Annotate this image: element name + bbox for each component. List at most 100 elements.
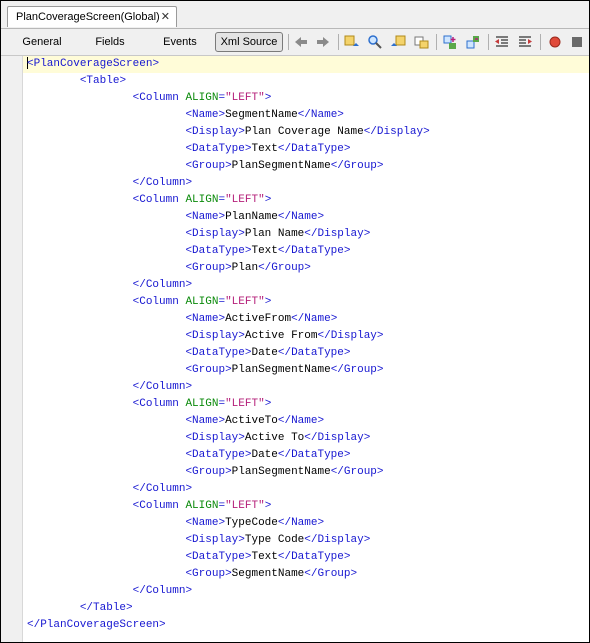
- editor-gutter: [1, 56, 23, 642]
- xml-bracket: >: [343, 449, 351, 461]
- find-next-icon[interactable]: [390, 34, 406, 50]
- shift-right-icon[interactable]: [517, 34, 533, 50]
- xml-tag-name: Group: [192, 160, 226, 172]
- code-line[interactable]: </Column>: [23, 175, 589, 192]
- xml-bracket: >: [238, 432, 245, 444]
- xml-tag-name: Name: [291, 415, 318, 427]
- code-line[interactable]: </Column>: [23, 481, 589, 498]
- next-bookmark-icon[interactable]: [465, 34, 481, 50]
- tab-general[interactable]: General: [11, 32, 73, 52]
- forward-arrow-icon[interactable]: [315, 34, 331, 50]
- xml-text-value: PlanName: [225, 211, 278, 223]
- xml-tag-name: Table: [86, 75, 120, 87]
- xml-bracket: >: [159, 619, 166, 631]
- xml-bracket: </: [277, 245, 292, 257]
- xml-bracket: >: [317, 517, 325, 529]
- code-line[interactable]: <Column ALIGN="LEFT">: [23, 90, 589, 107]
- xml-tag-name: Column: [139, 398, 179, 410]
- code-line[interactable]: <Name>PlanName</Name>: [23, 209, 589, 226]
- code-line[interactable]: </PlanCoverageScreen>: [23, 617, 589, 634]
- xml-attribute-value: "LEFT": [225, 398, 265, 410]
- code-line[interactable]: <Group>PlanSegmentName</Group>: [23, 464, 589, 481]
- xml-bracket: </: [304, 432, 318, 444]
- xml-bracket: >: [225, 364, 232, 376]
- code-line[interactable]: <Display>Active To</Display>: [23, 430, 589, 447]
- xml-bracket: </: [277, 551, 292, 563]
- xml-tag-name: Display: [317, 432, 364, 444]
- tab-xml-source[interactable]: Xml Source: [215, 32, 283, 52]
- code-line[interactable]: <Column ALIGN="LEFT">: [23, 396, 589, 413]
- tab-events[interactable]: Events: [149, 32, 211, 52]
- code-line[interactable]: <Name>ActiveTo</Name>: [23, 413, 589, 430]
- start-macro-icon[interactable]: [547, 34, 563, 50]
- shift-left-icon[interactable]: [494, 34, 510, 50]
- code-line[interactable]: <Column ALIGN="LEFT">: [23, 498, 589, 515]
- code-line[interactable]: <Name>SegmentName</Name>: [23, 107, 589, 124]
- xml-tag-name: Display: [330, 330, 377, 342]
- find-selection-icon[interactable]: [413, 34, 429, 50]
- xml-tag-name: Display: [192, 126, 239, 138]
- document-tab[interactable]: PlanCoverageScreen(Global) ✕: [7, 6, 177, 27]
- xml-text-value: Plan: [231, 262, 259, 274]
- back-arrow-icon[interactable]: [293, 34, 309, 50]
- code-line[interactable]: <Name>ActiveFrom</Name>: [23, 311, 589, 328]
- toggle-bookmark-icon[interactable]: [442, 34, 458, 50]
- xml-tag-name: Group: [271, 262, 305, 274]
- tab-xml-source-label: Xml Source: [220, 36, 278, 48]
- xml-code-area[interactable]: <PlanCoverageScreen> <Table> <Column ALI…: [23, 56, 589, 634]
- tab-fields-label: Fields: [95, 36, 125, 48]
- code-line[interactable]: </Column>: [23, 583, 589, 600]
- code-line[interactable]: <DataType>Text</DataType>: [23, 549, 589, 566]
- close-icon[interactable]: ✕: [161, 10, 170, 23]
- xml-bracket: >: [317, 415, 325, 427]
- xml-tag-name: Column: [145, 585, 186, 597]
- xml-tag-name: Group: [343, 160, 377, 172]
- xml-tag-name: Name: [192, 415, 219, 427]
- xml-text-value: Plan Coverage Name: [244, 126, 364, 138]
- stop-macro-icon[interactable]: [569, 34, 585, 50]
- xml-tag-name: Column: [139, 194, 179, 206]
- code-line[interactable]: <Column ALIGN="LEFT">: [23, 192, 589, 209]
- document-tab-title: PlanCoverageScreen(Global): [16, 11, 160, 23]
- xml-tag-name: Column: [145, 177, 186, 189]
- xml-bracket: </: [132, 483, 146, 495]
- code-line[interactable]: <Display>Plan Coverage Name</Display>: [23, 124, 589, 141]
- code-line[interactable]: <DataType>Date</DataType>: [23, 345, 589, 362]
- code-line[interactable]: <Group>PlanSegmentName</Group>: [23, 158, 589, 175]
- document-tab-strip: PlanCoverageScreen(Global) ✕: [1, 1, 589, 29]
- xml-attribute-name: ALIGN: [185, 500, 219, 512]
- toolbar-separator: [540, 34, 541, 50]
- code-line[interactable]: </Table>: [23, 600, 589, 617]
- code-line[interactable]: <PlanCoverageScreen>: [23, 56, 589, 73]
- xml-attribute-name: ALIGN: [185, 92, 219, 104]
- code-line[interactable]: <DataType>Text</DataType>: [23, 243, 589, 260]
- xml-bracket: </: [132, 381, 146, 393]
- code-line[interactable]: </Column>: [23, 277, 589, 294]
- code-line[interactable]: <Display>Plan Name</Display>: [23, 226, 589, 243]
- xml-bracket: >: [264, 500, 272, 512]
- xml-bracket: </: [304, 534, 318, 546]
- xml-bracket: >: [264, 296, 272, 308]
- code-line[interactable]: <DataType>Date</DataType>: [23, 447, 589, 464]
- xml-source-editor[interactable]: <PlanCoverageScreen> <Table> <Column ALI…: [1, 56, 589, 642]
- xml-text-value: Date: [251, 347, 278, 359]
- xml-tag-name: DataType: [192, 347, 245, 359]
- code-line[interactable]: <Group>Plan</Group>: [23, 260, 589, 277]
- code-line[interactable]: </Column>: [23, 379, 589, 396]
- find-icon[interactable]: [367, 34, 383, 50]
- code-line[interactable]: <Name>TypeCode</Name>: [23, 515, 589, 532]
- code-line[interactable]: <Display>Type Code</Display>: [23, 532, 589, 549]
- tab-fields[interactable]: Fields: [81, 32, 139, 52]
- xml-bracket: >: [238, 228, 245, 240]
- code-line[interactable]: <DataType>Text</DataType>: [23, 141, 589, 158]
- code-line[interactable]: <Display>Active From</Display>: [23, 328, 589, 345]
- code-line[interactable]: <Group>PlanSegmentName</Group>: [23, 362, 589, 379]
- code-line[interactable]: <Table>: [23, 73, 589, 90]
- find-previous-icon[interactable]: [344, 34, 360, 50]
- xml-tag-name: Name: [304, 313, 331, 325]
- code-line[interactable]: <Column ALIGN="LEFT">: [23, 294, 589, 311]
- xml-bracket: >: [185, 585, 193, 597]
- xml-text-value: Date: [251, 449, 278, 461]
- code-line[interactable]: <Group>SegmentName</Group>: [23, 566, 589, 583]
- editor-toolbar: General Fields Events Xml Source: [1, 29, 589, 56]
